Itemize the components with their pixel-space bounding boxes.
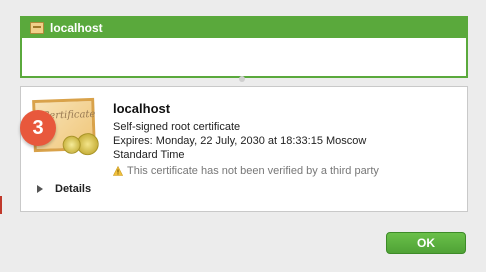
certificate-expiry: Expires: Monday, 22 July, 2030 at 18:33:… <box>113 135 367 147</box>
details-disclosure[interactable]: Details <box>37 183 91 195</box>
certificate-info: localhost Self-signed root certificate E… <box>113 101 463 177</box>
step-badge: 3 <box>20 110 56 146</box>
certificate-warning: This certificate has not been verified b… <box>113 165 463 177</box>
certificate-sheet: localhost Certificate localhost Self-sig… <box>0 0 486 272</box>
details-label: Details <box>55 183 92 195</box>
warning-text: This certificate has not been verified b… <box>127 165 379 177</box>
seal-icon <box>62 135 82 155</box>
certificate-list[interactable]: localhost <box>20 16 468 78</box>
warning-icon <box>113 166 123 176</box>
disclosure-triangle-icon[interactable] <box>37 185 43 193</box>
certificate-type: Self-signed root certificate <box>113 121 241 133</box>
certificate-name: localhost <box>113 101 171 116</box>
ok-button[interactable]: OK <box>386 232 466 254</box>
window-edge <box>0 196 2 214</box>
certificate-icon <box>30 22 44 34</box>
splitter-handle[interactable] <box>239 76 245 82</box>
certificate-list-item-label: localhost <box>50 21 103 35</box>
certificate-detail-panel: Certificate localhost Self-signed root c… <box>20 86 468 212</box>
certificate-expiry-continued: Standard Time <box>113 149 185 161</box>
certificate-list-item[interactable]: localhost <box>22 18 466 38</box>
